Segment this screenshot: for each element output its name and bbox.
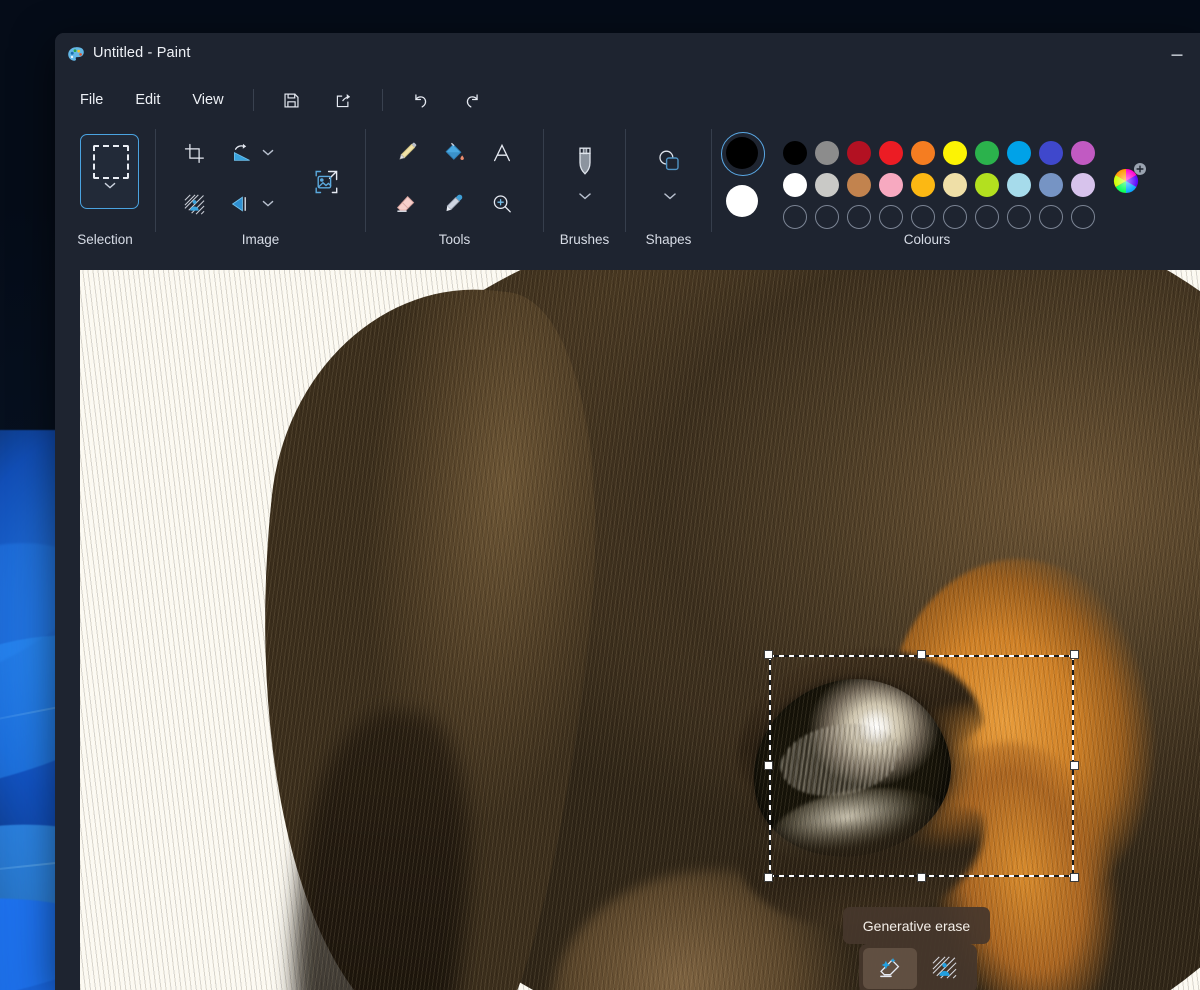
group-tools: Tools (366, 123, 543, 256)
rectangular-selection-icon[interactable] (80, 134, 139, 209)
palette-swatch-r1c2[interactable] (815, 141, 839, 165)
shapes-chevron-down-icon[interactable] (662, 191, 678, 204)
palette-swatch-empty-5[interactable] (911, 205, 935, 229)
puppy-photo (80, 270, 1200, 990)
palette-swatch-empty-1[interactable] (783, 205, 807, 229)
marquee-handle-top-center[interactable] (917, 650, 926, 659)
generative-erase-toolbar (859, 944, 977, 990)
colour-picker-icon[interactable] (434, 185, 474, 223)
group-label-shapes: Shapes (626, 232, 711, 247)
marquee-handle-bottom-left[interactable] (764, 873, 773, 882)
window-controls (1154, 33, 1200, 77)
menu-view[interactable]: View (177, 86, 238, 114)
group-label-image: Image (156, 232, 365, 247)
menu-divider-2 (382, 89, 383, 111)
resize-icon[interactable] (304, 160, 348, 204)
marquee-handle-top-left[interactable] (764, 650, 773, 659)
marquee-handle-middle-left[interactable] (764, 761, 773, 770)
save-icon[interactable] (275, 84, 309, 116)
ribbon-toolbar: Selection (55, 123, 1200, 256)
palette-swatch-r2c5[interactable] (911, 173, 935, 197)
palette-swatch-r2c3[interactable] (847, 173, 871, 197)
selection-marquee[interactable] (769, 655, 1074, 877)
group-label-tools: Tools (366, 232, 543, 247)
image-canvas[interactable]: Generative erase (80, 270, 1200, 990)
flip-icon[interactable] (222, 185, 262, 223)
marquee-handle-bottom-center[interactable] (917, 873, 926, 882)
palette-swatch-empty-2[interactable] (815, 205, 839, 229)
undo-icon[interactable] (404, 84, 438, 116)
selection-dashed-rect (93, 145, 129, 179)
flip-chevron-down-icon[interactable] (261, 199, 275, 211)
brush-icon[interactable] (563, 140, 607, 182)
rotate-icon[interactable] (222, 134, 262, 172)
palette-swatch-r1c6[interactable] (943, 141, 967, 165)
minimize-button[interactable] (1154, 33, 1200, 77)
palette-swatch-r2c10[interactable] (1071, 173, 1095, 197)
palette-swatch-empty-4[interactable] (879, 205, 903, 229)
group-colours: Colours (712, 123, 1142, 256)
remove-background-icon[interactable] (174, 185, 214, 223)
palette-swatch-r2c2[interactable] (815, 173, 839, 197)
palette-swatch-r1c1[interactable] (783, 141, 807, 165)
title-bar[interactable]: Untitled - Paint (55, 33, 1200, 77)
group-brushes: Brushes (544, 123, 625, 256)
brushes-chevron-down-icon[interactable] (577, 191, 593, 204)
shapes-icon[interactable] (647, 140, 691, 182)
palette-swatch-empty-10[interactable] (1071, 205, 1095, 229)
rotate-chevron-down-icon[interactable] (261, 148, 275, 160)
window-title: Untitled - Paint (93, 45, 191, 61)
palette-swatch-r2c6[interactable] (943, 173, 967, 197)
marquee-handle-top-right[interactable] (1070, 650, 1079, 659)
group-selection: Selection (55, 123, 155, 256)
menu-bar: File Edit View (55, 77, 1200, 123)
menu-edit[interactable]: Edit (120, 86, 175, 114)
palette-swatch-r2c9[interactable] (1039, 173, 1063, 197)
group-image: Image (156, 123, 365, 256)
palette-swatch-r1c8[interactable] (1007, 141, 1031, 165)
generative-erase-tooltip-label: Generative erase (863, 918, 970, 934)
group-label-brushes: Brushes (544, 232, 625, 247)
marquee-handle-middle-right[interactable] (1070, 761, 1079, 770)
palette-swatch-r1c7[interactable] (975, 141, 999, 165)
palette-swatch-r2c7[interactable] (975, 173, 999, 197)
group-label-selection: Selection (55, 232, 155, 247)
palette-swatch-r1c5[interactable] (911, 141, 935, 165)
pencil-icon[interactable] (386, 134, 426, 172)
share-icon[interactable] (327, 84, 361, 116)
palette-swatch-r2c8[interactable] (1007, 173, 1031, 197)
palette-swatch-r1c10[interactable] (1071, 141, 1095, 165)
group-label-colours: Colours (712, 232, 1142, 247)
eraser-icon[interactable] (386, 185, 426, 223)
paint-palette-icon (66, 45, 86, 65)
palette-swatch-r2c4[interactable] (879, 173, 903, 197)
menu-file[interactable]: File (65, 86, 118, 114)
palette-swatch-empty-9[interactable] (1039, 205, 1063, 229)
chevron-down-icon[interactable] (81, 181, 138, 193)
fill-icon[interactable] (434, 134, 474, 172)
group-shapes: Shapes (626, 123, 711, 256)
paint-window: Untitled - Paint File Edit View (55, 33, 1200, 990)
generative-erase-tooltip: Generative erase (843, 907, 990, 944)
menu-divider-1 (253, 89, 254, 111)
palette-swatch-r1c9[interactable] (1039, 141, 1063, 165)
redo-icon[interactable] (456, 84, 490, 116)
magnifier-icon[interactable] (482, 185, 522, 223)
crop-icon[interactable] (174, 134, 214, 172)
palette-swatch-empty-6[interactable] (943, 205, 967, 229)
palette-swatch-r1c3[interactable] (847, 141, 871, 165)
palette-swatch-empty-3[interactable] (847, 205, 871, 229)
text-icon[interactable] (482, 134, 522, 172)
palette-swatch-empty-7[interactable] (975, 205, 999, 229)
generative-erase-icon[interactable] (863, 948, 917, 989)
primary-colour-swatch[interactable] (726, 137, 758, 169)
generative-fill-icon[interactable] (917, 948, 971, 989)
secondary-colour-swatch[interactable] (726, 185, 758, 217)
colour-wheel-icon[interactable] (1109, 160, 1149, 205)
palette-swatch-r1c4[interactable] (879, 141, 903, 165)
palette-swatch-empty-8[interactable] (1007, 205, 1031, 229)
palette-swatch-r2c1[interactable] (783, 173, 807, 197)
marquee-handle-bottom-right[interactable] (1070, 873, 1079, 882)
